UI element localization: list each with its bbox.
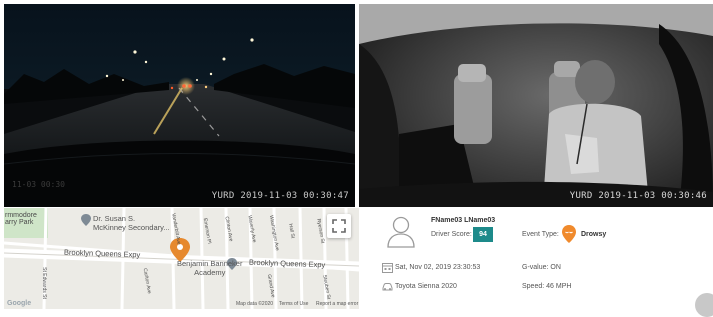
event-datetime: Sat, Nov 02, 2019 23:30:53 xyxy=(395,264,481,271)
vehicle-model: Toyota Sienna 2020 xyxy=(395,283,457,290)
map-report-link[interactable]: Report a map error xyxy=(316,301,358,307)
cabin-camera-view[interactable]: YURD 2019-11-03 00:30:46 xyxy=(359,4,713,207)
vehicle-speed: Speed: 46 MPH xyxy=(522,283,572,290)
map-poi-academy: Benjamin Banneker Academy xyxy=(177,259,243,277)
car-icon xyxy=(382,283,393,291)
cabin-camera-image xyxy=(359,4,713,207)
map-google-logo: Google xyxy=(7,300,32,307)
front-camera-image xyxy=(4,4,355,207)
map-terms-link[interactable]: Terms of Use xyxy=(279,301,308,307)
g-value: G-value: ON xyxy=(522,264,561,271)
event-viewer: 11-03 00:30 YURD 2019-11-03 00:30:47 YUR… xyxy=(0,0,713,317)
map-data-credit: Map data ©2020 xyxy=(236,301,274,307)
driver-avatar-icon xyxy=(387,216,415,248)
driver-score-badge: 94 xyxy=(473,227,493,242)
event-type-label: Event Type: xyxy=(522,231,559,238)
faded-timestamp: 11-03 00:30 xyxy=(12,180,65,189)
map-fullscreen-button[interactable] xyxy=(327,214,351,238)
drowsy-event-icon xyxy=(562,225,576,243)
event-type-value: Drowsy xyxy=(581,231,607,238)
front-camera-timestamp: YURD 2019-11-03 00:30:47 xyxy=(211,191,349,201)
event-details-panel: FName03 LName03 Driver Score: 94 Event T… xyxy=(360,208,713,317)
cabin-camera-timestamp: YURD 2019-11-03 00:30:46 xyxy=(569,191,707,201)
corner-action-button[interactable] xyxy=(695,293,713,317)
map-poi-school: Dr. Susan S. McKinney Secondary... xyxy=(93,214,170,232)
map-label-st-edwards: St Edwards St xyxy=(40,267,47,299)
driver-name: FName03 LName03 xyxy=(431,217,496,224)
calendar-icon xyxy=(382,263,393,273)
map-label-park: rmmodore arry Park xyxy=(5,212,37,226)
location-map[interactable]: rmmodore arry Park Dr. Susan S. McKinney… xyxy=(4,208,359,309)
fullscreen-icon xyxy=(332,219,346,233)
front-camera-view[interactable]: 11-03 00:30 YURD 2019-11-03 00:30:47 xyxy=(4,4,355,207)
driver-score-label: Driver Score: xyxy=(431,231,472,238)
